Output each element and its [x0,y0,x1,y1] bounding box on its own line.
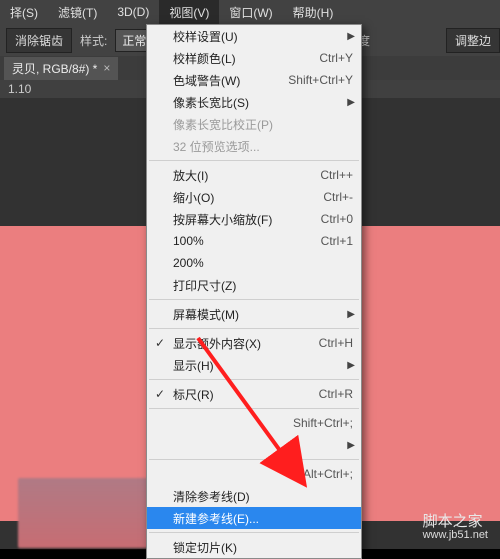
menu-item[interactable]: 新建参考线(E)... [147,507,361,529]
menu-item[interactable]: 显示额外内容(X) Ctrl+H [147,332,361,354]
menu-item-label: 像素长宽比(S) [173,94,353,111]
menu-item-label: 校样设置(U) [173,28,353,45]
menu-item[interactable]: 显示(H)▶ [147,354,361,376]
antialias-checkbox[interactable]: 消除锯齿 [6,28,72,53]
menu-item[interactable]: 视图(V) [159,0,219,25]
menu-item-label: 像素长宽比校正(P) [173,116,353,133]
submenu-arrow-icon: ▶ [347,31,355,42]
menu-item-label: 打印尺寸(Z) [173,277,353,294]
menu-item[interactable]: 缩小(O) Ctrl+- [147,186,361,208]
menu-separator [149,379,359,380]
menu-item-label: 按屏幕大小缩放(F) [173,211,313,228]
menu-item-label: 色域警告(W) [173,72,280,89]
menu-item-label: 显示(H) [173,357,353,374]
menu-separator [149,299,359,300]
menu-item-label: 100% [173,234,313,248]
menu-item-label: 200% [173,256,353,270]
menu-item-label: 32 位预览选项... [173,138,353,155]
menu-item-label: 缩小(O) [173,189,315,206]
menu-accelerator: Shift+Ctrl+; [293,416,353,430]
menu-accelerator: Ctrl+R [319,387,353,401]
watermark: 脚本之家 www.jb51.net [423,510,488,541]
menu-separator [149,160,359,161]
menu-item[interactable]: Alt+Ctrl+; [147,463,361,485]
menu-accelerator: Ctrl+Y [319,51,353,65]
menu-item-label: 清除参考线(D) [173,488,353,505]
menu-item[interactable]: 清除参考线(D) [147,485,361,507]
submenu-arrow-icon: ▶ [347,97,355,108]
blurred-region [18,478,148,548]
menu-item[interactable]: 滤镜(T) [48,0,107,25]
menu-item[interactable]: 100% Ctrl+1 [147,230,361,252]
watermark-title: 脚本之家 [423,510,488,531]
menu-item[interactable]: 200% [147,252,361,274]
menu-item[interactable]: 择(S) [0,0,48,25]
menu-accelerator: Ctrl+0 [321,212,353,226]
document-tab[interactable]: 灵贝, RGB/8#) * × [4,57,118,80]
submenu-arrow-icon: ▶ [347,360,355,371]
menu-item-label: 显示额外内容(X) [173,335,311,352]
menu-item: 像素长宽比校正(P) [147,113,361,135]
menu-accelerator: Ctrl+- [323,190,353,204]
style-label: 样式: [80,32,107,49]
menu-item-label: 放大(I) [173,167,312,184]
submenu-arrow-icon: ▶ [347,309,355,320]
menu-item[interactable]: 像素长宽比(S)▶ [147,91,361,113]
menu-item-label: 校样颜色(L) [173,50,311,67]
menu-item[interactable]: 窗口(W) [219,0,282,25]
menu-separator [149,459,359,460]
menu-item[interactable]: 标尺(R) Ctrl+R [147,383,361,405]
menu-item[interactable]: ▶ [147,434,361,456]
menu-item[interactable]: 校样颜色(L) Ctrl+Y [147,47,361,69]
menu-item[interactable]: 色域警告(W) Shift+Ctrl+Y [147,69,361,91]
menu-item: 32 位预览选项... [147,135,361,157]
watermark-url: www.jb51.net [423,529,488,541]
menu-accelerator: Ctrl+1 [321,234,353,248]
menu-item[interactable]: 打印尺寸(Z) [147,274,361,296]
menu-separator [149,328,359,329]
menu-item[interactable]: 按屏幕大小缩放(F) Ctrl+0 [147,208,361,230]
menu-item-label: 屏幕模式(M) [173,306,353,323]
close-icon[interactable]: × [103,61,110,75]
adjust-edge-button[interactable]: 调整边 [446,28,500,53]
view-menu-dropdown: 校样设置(U)▶校样颜色(L)Ctrl+Y色域警告(W)Shift+Ctrl+Y… [146,24,362,559]
menu-item[interactable]: 屏幕模式(M)▶ [147,303,361,325]
menu-item[interactable]: 3D(D) [107,1,159,23]
menu-item[interactable]: 放大(I) Ctrl++ [147,164,361,186]
menu-separator [149,408,359,409]
menu-item-label: 标尺(R) [173,386,311,403]
menu-accelerator: Alt+Ctrl+; [303,467,353,481]
menu-item[interactable]: Shift+Ctrl+; [147,412,361,434]
menu-accelerator: Ctrl+H [319,336,353,350]
zoom-value: 1.10 [8,82,31,96]
menu-item[interactable]: 帮助(H) [283,0,344,25]
menu-bar: 择(S)滤镜(T)3D(D)视图(V)窗口(W)帮助(H) [0,0,500,24]
menu-accelerator: Shift+Ctrl+Y [288,73,353,87]
menu-item[interactable]: 锁定切片(K) [147,536,361,558]
submenu-arrow-icon: ▶ [347,440,355,451]
tab-title: 灵贝, RGB/8#) * [12,60,97,77]
menu-item-label: 新建参考线(E)... [173,510,353,527]
menu-item-label: 锁定切片(K) [173,539,353,556]
menu-accelerator: Ctrl++ [320,168,353,182]
menu-item[interactable]: 校样设置(U)▶ [147,25,361,47]
menu-separator [149,532,359,533]
